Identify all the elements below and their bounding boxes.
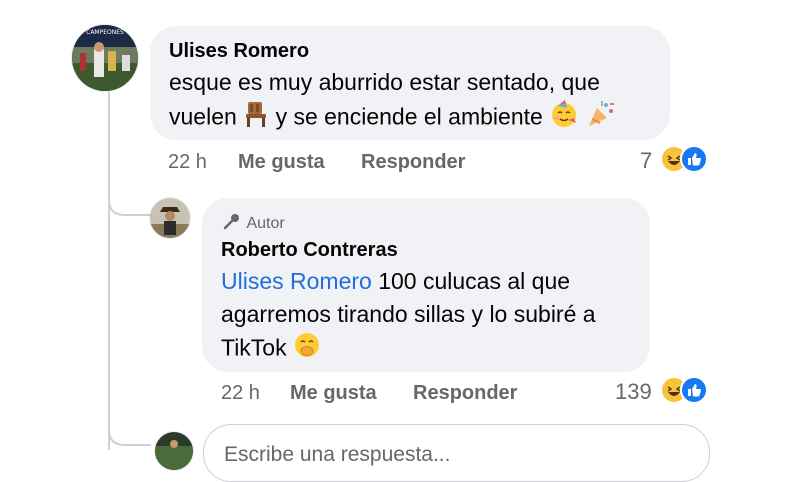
author-badge: Autor	[222, 213, 285, 233]
comment-text-line-1: esque es muy aburrido estar sentado, que	[169, 69, 600, 95]
reply-reaction-count[interactable]: 139	[615, 379, 652, 405]
reply-input[interactable]: Escribe una respuesta...	[203, 424, 710, 482]
comment-reply-button[interactable]: Responder	[361, 151, 465, 174]
reply-text-line-3: TikTok	[221, 331, 321, 368]
thread-line-curve-reply	[108, 180, 151, 216]
reply-text-line-2: agarremos tirando sillas y lo subiré a	[221, 301, 596, 327]
comment-reaction-count[interactable]: 7	[640, 148, 652, 174]
like-reaction-icon	[680, 145, 708, 173]
chair-icon	[243, 100, 269, 137]
comment-text-ambiente: y se enciende el ambiente	[275, 103, 543, 130]
reply-text-tiktok: TikTok	[221, 334, 287, 361]
reply-text-line-1-rest: 100 culucas al que	[378, 268, 571, 294]
comment-like-button[interactable]: Me gusta	[238, 151, 325, 174]
reply-like-button[interactable]: Me gusta	[290, 382, 377, 405]
microphone-icon	[223, 214, 239, 230]
thread-line-vertical	[108, 92, 110, 450]
reply-input-placeholder: Escribe una respuesta...	[224, 443, 451, 466]
avatar-ulises-romero[interactable]: CAMPEONES	[72, 25, 138, 91]
like-reaction-icon	[680, 376, 708, 404]
reply-text-line-1: Ulises Romero 100 culucas al que	[221, 265, 570, 298]
comment-text-line-2: vuelen y se enciende el ambiente	[169, 99, 616, 138]
comment-text-vuelen: vuelen	[169, 103, 237, 130]
partying-face-icon	[549, 99, 579, 138]
svg-text:CAMPEONES: CAMPEONES	[86, 29, 124, 36]
comment-author-name[interactable]: Ulises Romero	[169, 40, 309, 63]
reply-time[interactable]: 22 h	[221, 382, 260, 405]
reply-reply-button[interactable]: Responder	[413, 382, 517, 405]
reply-author-name[interactable]: Roberto Contreras	[221, 239, 398, 262]
reply-mention-link[interactable]: Ulises Romero	[221, 268, 372, 294]
avatar-current-user[interactable]	[155, 432, 193, 470]
face-with-hand-over-mouth-icon	[293, 331, 321, 368]
party-popper-icon	[586, 99, 616, 138]
comment-time[interactable]: 22 h	[168, 151, 207, 174]
author-badge-label: Autor	[246, 215, 285, 232]
avatar-roberto-contreras[interactable]	[150, 198, 190, 238]
thread-line-curve-input	[108, 410, 151, 446]
